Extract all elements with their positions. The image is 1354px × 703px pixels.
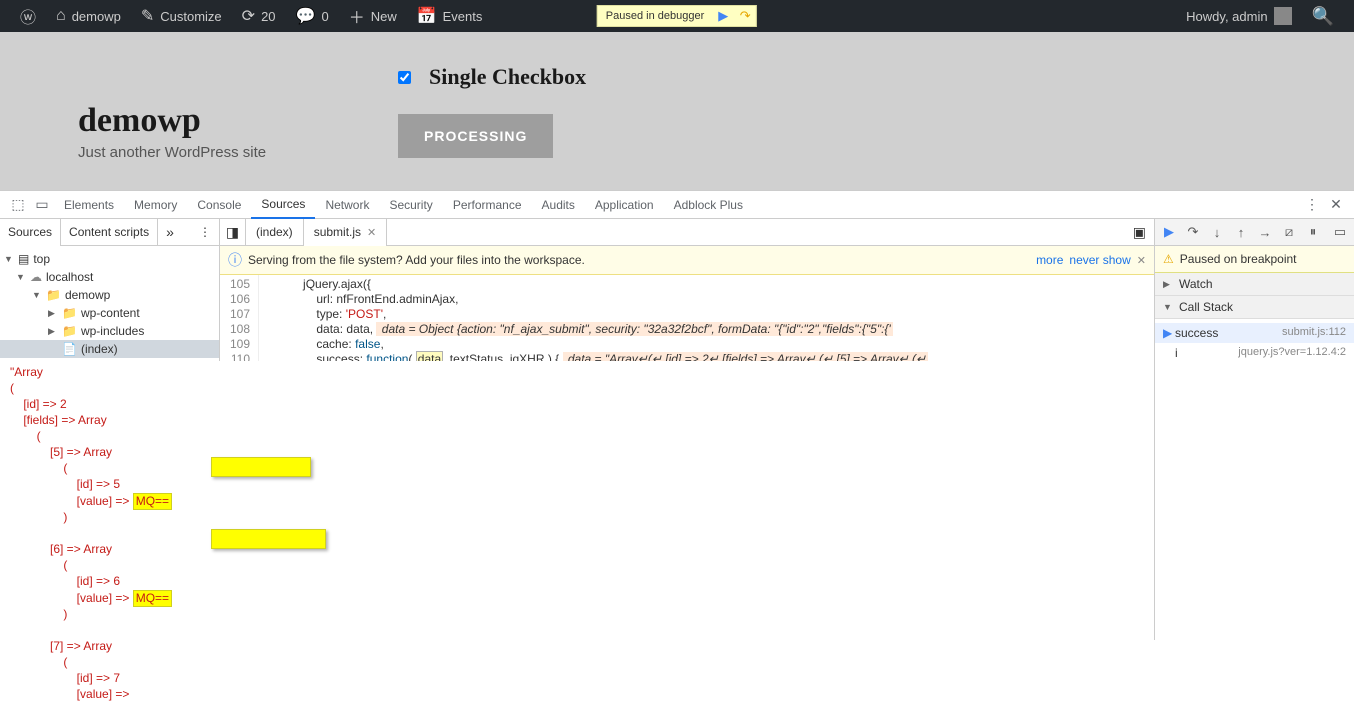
wp-logo[interactable]: ⓦ: [10, 0, 46, 32]
step-icon[interactable]: →: [1255, 225, 1275, 240]
tab-audits[interactable]: Audits: [532, 191, 585, 219]
device-icon[interactable]: ▭: [30, 196, 54, 213]
tab-adblock[interactable]: Adblock Plus: [664, 191, 753, 219]
devtools-close-icon[interactable]: ✕: [1324, 196, 1348, 213]
tab-security[interactable]: Security: [379, 191, 442, 219]
stack-frame[interactable]: ▶ success submit.js:112: [1155, 323, 1354, 343]
step-over-icon[interactable]: ↷: [1183, 224, 1203, 240]
tab-elements[interactable]: Elements: [54, 191, 124, 219]
tree-wp-includes[interactable]: ▶📁wp-includes: [0, 322, 219, 340]
tab-memory[interactable]: Memory: [124, 191, 187, 219]
tab-performance[interactable]: Performance: [443, 191, 532, 219]
navigator-menu-icon[interactable]: ⋮: [191, 225, 219, 239]
customize-link[interactable]: ✎Customize: [131, 0, 232, 32]
wp-admin-bar: ⓦ ⌂demowp ✎Customize ⟳20 💬0 ＋New 📅Events…: [0, 0, 1354, 32]
tree-host[interactable]: ▼☁localhost: [0, 268, 219, 286]
search-toggle[interactable]: 🔍: [1302, 0, 1344, 32]
stack-frame[interactable]: i jquery.js?ver=1.12.4:2: [1155, 343, 1354, 363]
folder-icon: 📁: [62, 306, 77, 320]
folder-icon: 📁: [46, 288, 61, 302]
devtools-tabs: ⬚ ▭ Elements Memory Console Sources Netw…: [0, 191, 1354, 219]
banner-more-link[interactable]: more: [1036, 253, 1063, 267]
tree-wp-content[interactable]: ▶📁wp-content: [0, 304, 219, 322]
howdy-menu[interactable]: Howdy, admin: [1176, 0, 1301, 32]
file-icon: 📄: [62, 342, 77, 356]
editor-tab-submit[interactable]: submit.js✕: [304, 219, 388, 246]
page-content: demowp Just another WordPress site Singl…: [0, 32, 1354, 190]
highlighted-value: MQ==: [133, 590, 172, 607]
comments-link[interactable]: 💬0: [286, 0, 339, 32]
editor-expand-icon[interactable]: ▣: [1125, 224, 1154, 241]
folder-icon: 📁: [62, 324, 77, 338]
step-out-icon[interactable]: ↑: [1231, 225, 1251, 240]
site-title[interactable]: demowp: [78, 102, 266, 140]
tab-console[interactable]: Console: [187, 191, 251, 219]
banner-close-icon[interactable]: ✕: [1137, 254, 1146, 267]
processing-button[interactable]: PROCESSING: [398, 114, 553, 158]
inspect-icon[interactable]: ⬚: [6, 196, 30, 213]
banner-never-link[interactable]: never show: [1069, 253, 1130, 267]
tab-sources[interactable]: Sources: [251, 191, 315, 219]
checkbox-label: Single Checkbox: [429, 64, 586, 90]
tree-top[interactable]: ▼▤top: [0, 250, 219, 268]
debugger-resume-icon[interactable]: ▶: [712, 5, 734, 27]
current-frame-icon: ▶: [1163, 326, 1175, 340]
sources-tab[interactable]: Sources: [0, 219, 61, 246]
debugger-sidebar: ▶ ↷ ↓ ↑ → ⧄ ⏸ ▭ ⚠ Paused on breakpoint ▶…: [1154, 219, 1354, 640]
highlight-box: [211, 457, 311, 477]
inline-value-hint: data = Object {action: "nf_ajax_submit",…: [376, 322, 892, 336]
single-checkbox[interactable]: [398, 71, 411, 84]
paused-banner: ⚠ Paused on breakpoint: [1155, 246, 1354, 273]
warning-icon: ⚠: [1163, 252, 1174, 266]
workspace-banner: ⓘ Serving from the file system? Add your…: [220, 246, 1154, 275]
debugger-banner: Paused in debugger ▶ ↷: [597, 5, 757, 27]
highlight-box: [211, 529, 326, 549]
callstack-section[interactable]: ▼Call Stack: [1155, 296, 1354, 319]
info-icon: ⓘ: [228, 250, 242, 270]
deactivate-bp-icon[interactable]: ⧄: [1279, 224, 1299, 240]
close-tab-icon[interactable]: ✕: [367, 226, 376, 239]
site-tagline: Just another WordPress site: [78, 144, 266, 161]
avatar-icon: [1274, 7, 1292, 25]
watch-section[interactable]: ▶Watch: [1155, 273, 1354, 296]
highlighted-value: MQ==: [133, 493, 172, 510]
tree-root[interactable]: ▼📁demowp: [0, 286, 219, 304]
step-into-icon[interactable]: ↓: [1207, 225, 1227, 240]
more-tabs-icon[interactable]: »: [158, 224, 182, 240]
value-tooltip: "Array ( [id] => 2 [fields] => Array ( […: [4, 361, 1144, 703]
events-link[interactable]: 📅Events: [407, 0, 493, 32]
resume-icon[interactable]: ▶: [1159, 224, 1179, 240]
search-icon: 🔍: [1312, 6, 1334, 27]
site-menu[interactable]: ⌂demowp: [46, 0, 131, 32]
cloud-icon: ☁: [30, 270, 42, 284]
collapse-icon[interactable]: ▭: [1330, 224, 1350, 240]
new-menu[interactable]: ＋New: [339, 0, 407, 32]
tab-application[interactable]: Application: [585, 191, 664, 219]
pause-exc-icon[interactable]: ⏸: [1303, 224, 1323, 240]
debugger-step-icon[interactable]: ↷: [734, 5, 756, 27]
nav-back-icon[interactable]: ◨: [220, 219, 246, 246]
editor-tab-index[interactable]: (index): [246, 219, 304, 246]
updates-link[interactable]: ⟳20: [232, 0, 286, 32]
devtools-menu-icon[interactable]: ⋮: [1300, 196, 1324, 213]
tab-network[interactable]: Network: [315, 191, 379, 219]
content-scripts-tab[interactable]: Content scripts: [61, 219, 158, 246]
tree-index[interactable]: 📄(index): [0, 340, 219, 358]
